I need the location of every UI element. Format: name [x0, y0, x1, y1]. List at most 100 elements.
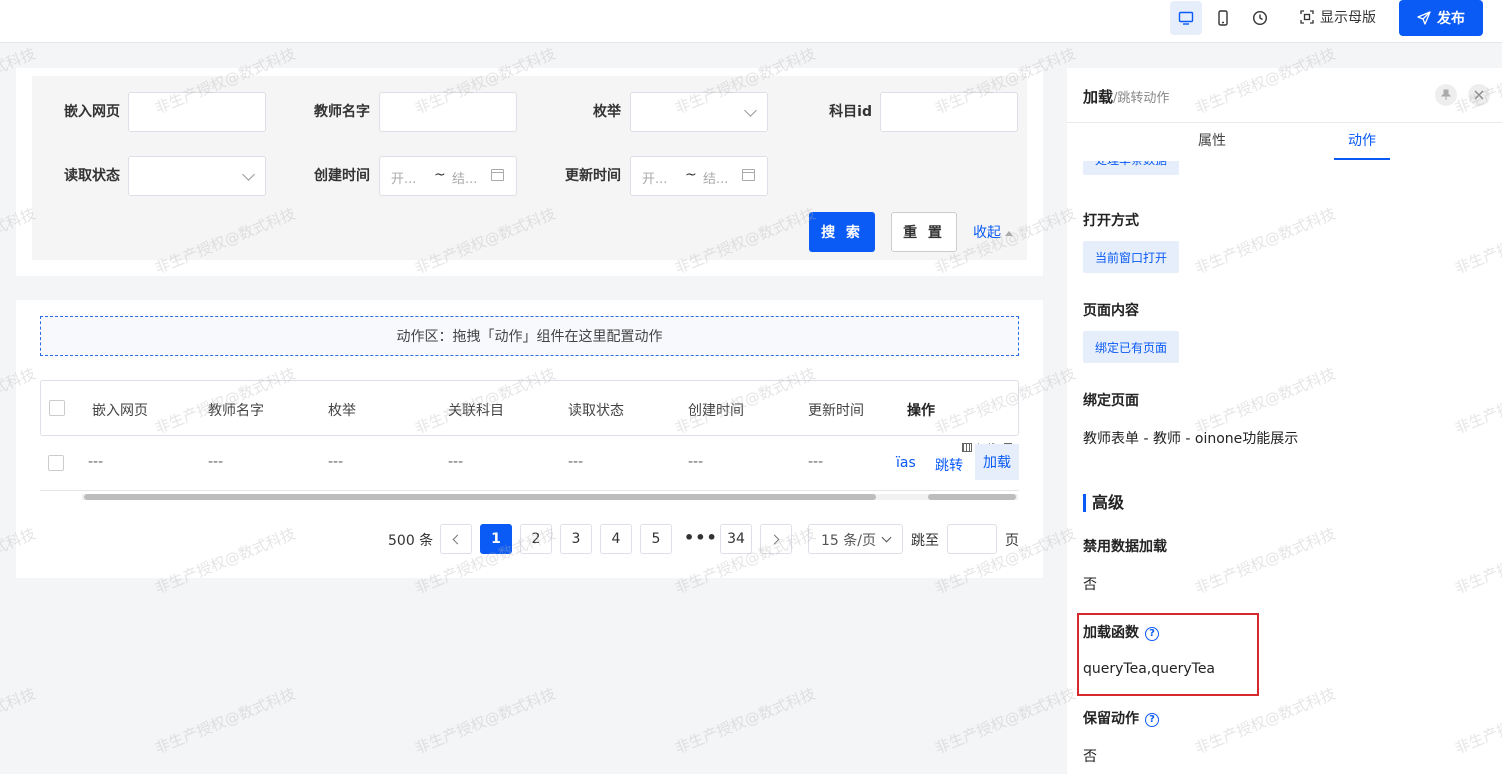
process-mode-chip[interactable]: 处理单条数据 — [1083, 161, 1180, 175]
publish-button[interactable]: 发布 — [1399, 0, 1483, 36]
close-icon[interactable] — [1468, 84, 1490, 106]
read-status-select[interactable] — [128, 156, 266, 196]
reset-button[interactable]: 重 置 — [891, 212, 957, 252]
page-ellipsis[interactable]: ••• — [684, 528, 718, 547]
mobile-view-button[interactable] — [1208, 1, 1238, 35]
search-button[interactable]: 搜 索 — [809, 212, 875, 252]
action-drop-zone[interactable]: 动作区：拖拽「动作」组件在这里配置动作 — [40, 316, 1019, 356]
column-header: 枚举 — [328, 403, 356, 419]
open-mode-chip[interactable]: 当前窗口打开 — [1083, 241, 1180, 273]
desktop-icon — [1178, 11, 1194, 25]
page-label: 页 — [1005, 533, 1019, 549]
range-end: 结... — [452, 172, 478, 187]
row-divider — [40, 490, 1019, 491]
active-tab-indicator — [1334, 158, 1390, 160]
page-button-4[interactable]: 4 — [600, 524, 632, 554]
row-action-jump[interactable]: 跳转 — [935, 455, 963, 475]
chevron-down-icon — [744, 104, 757, 117]
range-separator: ~ — [434, 167, 446, 183]
row-action-truncated[interactable]: ïas — [896, 455, 916, 471]
column-header-actions: 操作 — [907, 403, 935, 419]
scrollbar-thumb[interactable] — [84, 494, 876, 500]
caret-up-icon — [1005, 230, 1013, 236]
created-time-range[interactable]: 开... ~ 结... — [379, 156, 517, 196]
scrollbar-thumb[interactable] — [928, 494, 1016, 500]
goto-page-input[interactable] — [947, 524, 997, 554]
range-separator: ~ — [685, 167, 697, 183]
desktop-view-button[interactable] — [1170, 1, 1202, 35]
table-cell: --- — [88, 454, 104, 470]
next-page-button[interactable] — [760, 524, 792, 554]
open-mode-label: 打开方式 — [1083, 213, 1139, 229]
tab-actions[interactable]: 动作 — [1348, 130, 1376, 150]
column-header: 读取状态 — [568, 403, 624, 419]
table-cell: --- — [808, 454, 824, 470]
calendar-icon — [742, 169, 755, 181]
clock-icon — [1252, 10, 1268, 26]
subject-id-input[interactable] — [880, 92, 1018, 132]
page-button-5[interactable]: 5 — [640, 524, 672, 554]
updated-time-range[interactable]: 开... ~ 结... — [630, 156, 768, 196]
bind-page-label: 绑定页面 — [1083, 393, 1139, 409]
page-content-chip[interactable]: 绑定已有页面 — [1083, 331, 1180, 363]
range-start: 开... — [391, 172, 417, 187]
page-size-value: 15 条/页 — [821, 533, 876, 549]
column-header: 创建时间 — [688, 403, 744, 419]
pin-icon[interactable] — [1435, 84, 1457, 106]
panel-tabs-divider — [1067, 122, 1502, 123]
field-label-created-time: 创建时间 — [314, 168, 370, 184]
table-cell: --- — [208, 454, 224, 470]
show-master-button[interactable]: 显示母版 — [1292, 0, 1384, 34]
field-label-updated-time: 更新时间 — [565, 168, 621, 184]
search-form: 嵌入网页 教师名字 枚举 科目id 读取状态 创建时间 开... ~ 结... … — [32, 76, 1027, 260]
mobile-icon — [1218, 10, 1228, 26]
publish-label: 发布 — [1437, 11, 1465, 27]
panel-title-main: 加载 — [1083, 88, 1114, 106]
help-icon[interactable]: ? — [1145, 713, 1159, 727]
goto-label: 跳至 — [911, 533, 939, 549]
field-label-read-status: 读取状态 — [64, 168, 120, 184]
frame-icon — [1300, 10, 1314, 24]
enum-select[interactable] — [630, 92, 768, 132]
page-button-1[interactable]: 1 — [480, 524, 512, 554]
watermark-text: 非生产授权@数式科技 — [932, 684, 1079, 758]
embed-page-input[interactable] — [128, 92, 266, 132]
calendar-icon — [491, 169, 504, 181]
tab-properties[interactable]: 属性 — [1198, 130, 1226, 150]
top-toolbar: 显示母版 发布 — [0, 0, 1502, 43]
row-action-load[interactable]: 加载 — [975, 444, 1019, 480]
field-label-embed-page: 嵌入网页 — [64, 104, 120, 120]
keep-action-label-text: 保留动作 — [1083, 711, 1139, 727]
bind-page-value[interactable]: 教师表单 - 教师 - oinone功能展示 — [1083, 428, 1298, 448]
table-cell: --- — [328, 454, 344, 470]
collapse-button[interactable]: 收起 — [973, 222, 1013, 242]
watermark-text: 非生产授权@数式科技 — [0, 684, 39, 758]
column-header: 更新时间 — [808, 403, 864, 419]
chevron-left-icon — [452, 534, 463, 544]
panel-title: 加载/跳转动作 — [1083, 86, 1169, 107]
page-size-select[interactable]: 15 条/页 — [808, 524, 903, 554]
teacher-name-input[interactable] — [379, 92, 517, 132]
column-header: 教师名字 — [208, 403, 264, 419]
watermark-text: 非生产授权@数式科技 — [412, 684, 559, 758]
keep-action-value[interactable]: 否 — [1083, 746, 1097, 766]
page-button-2[interactable]: 2 — [520, 524, 552, 554]
disable-load-value[interactable]: 否 — [1083, 574, 1097, 594]
field-label-enum: 枚举 — [593, 104, 621, 120]
grid-icon — [962, 443, 972, 452]
disable-load-label: 禁用数据加载 — [1083, 539, 1167, 555]
page-button-last[interactable]: 34 — [720, 524, 752, 554]
table-header: 嵌入网页 教师名字 枚举 关联科目 读取状态 创建时间 更新时间 操作 — [40, 380, 1019, 436]
table-cell: --- — [688, 454, 704, 470]
history-button[interactable] — [1245, 1, 1275, 35]
prev-page-button[interactable] — [440, 524, 472, 554]
highlight-box — [1077, 613, 1259, 696]
row-checkbox[interactable] — [48, 455, 64, 471]
table-panel: 动作区：拖拽「动作」组件在这里配置动作 嵌入网页 教师名字 枚举 关联科目 读取… — [16, 300, 1043, 578]
chevron-down-icon — [242, 168, 255, 181]
advanced-section-title: 高级 — [1083, 494, 1124, 512]
send-icon — [1417, 11, 1431, 25]
range-start: 开... — [642, 172, 668, 187]
page-button-3[interactable]: 3 — [560, 524, 592, 554]
select-all-checkbox[interactable] — [49, 400, 65, 416]
